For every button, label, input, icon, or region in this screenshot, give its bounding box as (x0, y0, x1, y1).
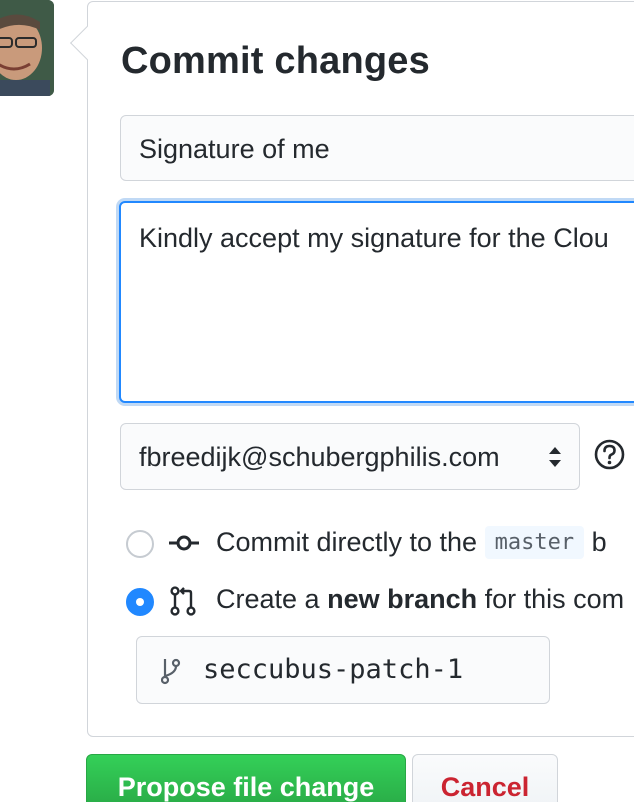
new-branch-prefix: Create a (216, 584, 320, 614)
master-branch-tag: master (484, 526, 585, 559)
cancel-label: Cancel (440, 772, 530, 802)
commit-direct-prefix: Commit directly to the (216, 527, 478, 557)
propose-file-change-label: Propose file change (117, 772, 375, 802)
propose-file-change-button[interactable]: Propose file change (86, 754, 406, 802)
author-email-value: fbreedijk@schubergphilis.com (139, 442, 500, 472)
page-title: Commit changes (121, 40, 430, 82)
commit-direct-suffix: b (591, 527, 607, 557)
commit-description-value: Kindly accept my signature for the Clou (139, 223, 609, 253)
new-branch-label: Create a new branch for this com (216, 584, 624, 615)
commit-page: Commit changes Signature of me Kindly ac… (0, 0, 634, 802)
avatar[interactable] (0, 0, 54, 96)
question-circle-icon[interactable] (594, 439, 625, 470)
chevron-up-down-icon (549, 447, 561, 467)
git-commit-icon (169, 535, 199, 551)
git-branch-icon (161, 658, 181, 685)
git-pull-request-icon (170, 586, 196, 616)
new-branch-bold: new branch (327, 584, 478, 614)
new-branch-suffix: for this com (484, 584, 625, 614)
cancel-button[interactable]: Cancel (412, 754, 558, 802)
new-branch-radio[interactable] (126, 588, 154, 616)
commit-summary-input[interactable]: Signature of me (120, 115, 634, 181)
commit-direct-label: Commit directly to the master b (216, 526, 607, 559)
commit-summary-value: Signature of me (139, 134, 330, 164)
commit-description-textarea[interactable]: Kindly accept my signature for the Clou (119, 201, 634, 403)
branch-name-value: seccubus-patch-1 (203, 654, 464, 685)
branch-name-input[interactable]: seccubus-patch-1 (136, 636, 550, 704)
author-email-select[interactable]: fbreedijk@schubergphilis.com (120, 423, 580, 490)
commit-direct-radio[interactable] (126, 530, 154, 558)
